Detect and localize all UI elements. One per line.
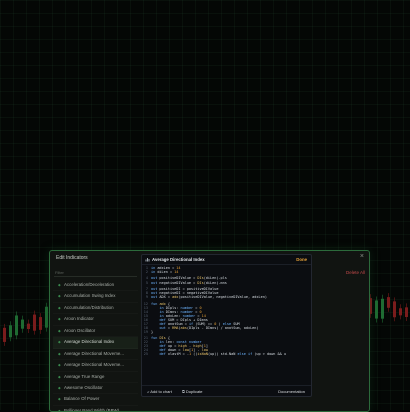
arrow-back-icon: ⤶ — [147, 388, 150, 394]
indicator-marker-icon: ◆ — [58, 397, 61, 402]
indicator-list: ◆ Acceleration/Deceleration ◆ Accumulation … — [53, 280, 138, 411]
candle-body — [33, 314, 36, 331]
indicator-item[interactable]: ◆ Balance Of Power — [53, 394, 138, 405]
filter-input[interactable] — [54, 269, 137, 277]
indicator-item[interactable]: ◆ Average Directional Moveme... — [53, 360, 138, 371]
candle-body — [393, 301, 396, 318]
indicator-item[interactable]: ◆ Average Directional Index — [53, 337, 138, 349]
add-to-chart-label: Add to chart — [150, 388, 172, 394]
indicator-marker-icon: ◆ — [58, 351, 61, 356]
indicator-marker-icon: ◆ — [58, 374, 61, 379]
editor-footer: ⤶Add to chart ⧉Duplicate Documentation — [142, 385, 311, 396]
close-icon[interactable]: × — [360, 253, 364, 260]
indicator-item[interactable]: ◆ Aroon Oscillator — [53, 326, 138, 337]
indicator-item[interactable]: ◆ Bollinger Band Width (BBW) — [53, 406, 138, 411]
indicator-label: Average True Range — [64, 373, 105, 379]
indicator-marker-icon: ◆ — [58, 408, 61, 411]
candle-body — [9, 325, 12, 338]
indicator-marker-icon: ◆ — [58, 385, 61, 390]
indicator-icon — [145, 258, 150, 262]
indicator-label: Acceleration/Deceleration — [64, 282, 115, 287]
editor-title: Average Directional Index — [152, 257, 205, 262]
indicator-marker-icon: ◆ — [58, 340, 61, 345]
candle-body — [39, 317, 42, 330]
delete-all-button[interactable]: Delete All — [346, 270, 365, 275]
indicator-item[interactable]: ◆ Awesome Oscillator — [53, 383, 138, 394]
indicator-label: Balance Of Power — [64, 396, 100, 402]
indicator-item[interactable]: ◆ Acceleration/Deceleration — [53, 280, 138, 291]
code-area[interactable]: 1 in adxLen = 14 2 in diLen = 14 4 out positi… — [142, 266, 311, 384]
candle-body — [21, 319, 24, 329]
candle-body — [405, 307, 408, 318]
indicator-label: Average Directional Moveme... — [64, 362, 124, 368]
indicator-marker-icon: ◆ — [58, 305, 61, 310]
indicator-marker-icon: ◆ — [58, 294, 61, 299]
indicator-marker-icon: ◆ — [58, 328, 61, 333]
code-editor-dialog: Average Directional Index Done 1 in adxLe… — [141, 254, 312, 397]
code-text: def xlastM = -1 ((isNaN(up)) std.NaN els… — [159, 352, 286, 357]
indicator-label: Accumulation Swing Index — [64, 293, 116, 299]
panel-title: Edit Indicators — [56, 255, 88, 261]
candle-body — [45, 306, 48, 328]
indicator-marker-icon: ◆ — [58, 317, 61, 322]
candle-body — [375, 300, 378, 319]
indicator-label: Aroon Oscillator — [64, 327, 96, 333]
indicator-item[interactable]: ◆ Average Directional Moveme... — [53, 349, 138, 360]
indicator-marker-icon: ◆ — [58, 363, 61, 368]
indicator-marker-icon: ◆ — [58, 283, 61, 287]
code-line: 25 def xlastM = -1 ((isNaN(up)) std.NaN … — [142, 352, 311, 356]
candle-body — [3, 327, 6, 342]
documentation-button[interactable]: Documentation — [278, 389, 305, 394]
indicator-label: Accumulation/Distribution — [64, 304, 114, 310]
documentation-label: Documentation — [278, 388, 305, 394]
indicator-label: Average Directional Index — [64, 339, 115, 345]
candle-body — [381, 298, 384, 319]
indicator-label: Aroon Indicator — [64, 316, 94, 322]
indicator-item[interactable]: ◆ Average True Range — [53, 372, 138, 383]
indicator-item[interactable]: ◆ Accumulation Swing Index — [53, 291, 138, 302]
copy-icon: ⧉ — [182, 388, 185, 394]
duplicate-label: Duplicate — [185, 388, 203, 394]
indicator-label: Average Directional Moveme... — [64, 350, 124, 356]
indicator-item[interactable]: ◆ Aroon Indicator — [53, 314, 138, 325]
indicator-label: Awesome Oscillator — [64, 384, 103, 390]
editor-header: Average Directional Index Done — [142, 255, 311, 265]
candle-body — [399, 308, 402, 316]
indicator-item[interactable]: ◆ Accumulation/Distribution — [53, 303, 138, 314]
candle-body — [15, 315, 18, 336]
line-number: 25 — [143, 352, 148, 357]
add-to-chart-button[interactable]: ⤶Add to chart — [147, 389, 172, 394]
candle-body — [27, 323, 30, 330]
indicator-label: Bollinger Band Width (BBW) — [64, 407, 120, 411]
duplicate-button[interactable]: ⧉Duplicate — [182, 389, 203, 394]
candle-body — [387, 297, 390, 308]
done-button[interactable]: Done — [296, 257, 307, 262]
